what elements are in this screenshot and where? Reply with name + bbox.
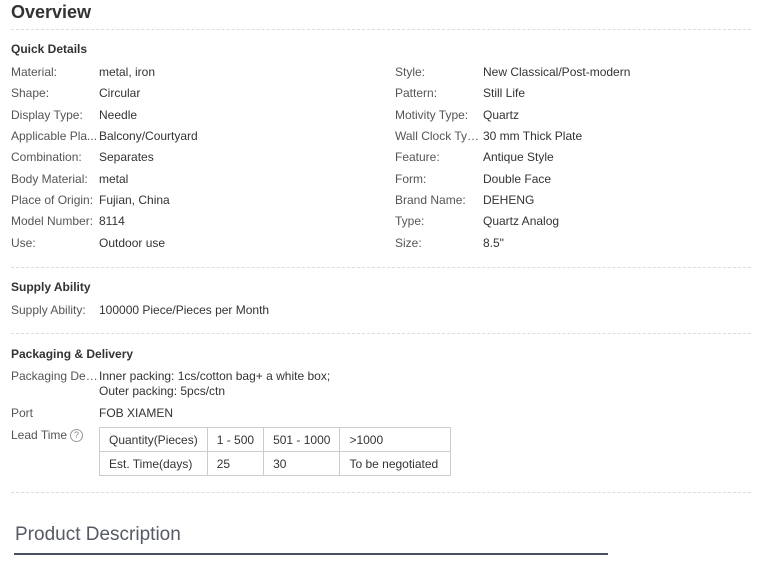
detail-value: metal, iron xyxy=(99,65,156,79)
lead-time-label: Lead Time xyxy=(11,428,68,442)
table-row: Est. Time(days) 25 30 To be negotiated xyxy=(99,451,452,476)
detail-value: Balcony/Courtyard xyxy=(99,129,198,143)
detail-value: DEHENG xyxy=(483,193,535,207)
divider xyxy=(11,492,751,493)
table-cell: 25 xyxy=(206,451,265,476)
table-cell: To be negotiated xyxy=(339,451,452,476)
detail-value: Needle xyxy=(99,108,138,122)
detail-value: 8114 xyxy=(99,214,125,228)
detail-label: Style: xyxy=(395,65,426,79)
detail-label: Use: xyxy=(11,236,36,250)
detail-value: Circular xyxy=(99,86,141,100)
detail-value: 30 mm Thick Plate xyxy=(483,129,583,143)
packaging-details-line1: Inner packing: 1cs/cotton bag+ a white b… xyxy=(99,369,331,383)
detail-value: Still Life xyxy=(483,86,526,100)
detail-value: metal xyxy=(99,172,129,186)
detail-value: Outdoor use xyxy=(99,236,166,250)
detail-value: Double Face xyxy=(483,172,552,186)
detail-value: Separates xyxy=(99,150,154,164)
detail-value: Antique Style xyxy=(483,150,554,164)
table-cell: Quantity(Pieces) xyxy=(99,427,208,452)
supply-ability-value: 100000 Piece/Pieces per Month xyxy=(99,303,270,317)
product-description-underline xyxy=(14,553,608,555)
detail-label: Pattern: xyxy=(395,86,438,100)
detail-label: Wall Clock Type: xyxy=(395,129,483,143)
question-help-icon[interactable]: ? xyxy=(70,429,83,442)
detail-value: 8.5" xyxy=(483,236,504,250)
detail-label: Applicable Pla... xyxy=(11,129,98,143)
table-cell: >1000 xyxy=(339,427,452,452)
detail-label: Material: xyxy=(11,65,58,79)
detail-label: Place of Origin: xyxy=(11,193,94,207)
overview-title: Overview xyxy=(11,2,92,22)
quick-details-title: Quick Details xyxy=(11,42,88,56)
detail-label: Form: xyxy=(395,172,427,186)
detail-value: Fujian, China xyxy=(99,193,170,207)
supply-ability-title: Supply Ability xyxy=(11,280,91,294)
detail-label: Combination: xyxy=(11,150,82,164)
detail-label: Model Number: xyxy=(11,214,94,228)
lead-time-table: Quantity(Pieces) 1 - 500 501 - 1000 >100… xyxy=(99,427,452,476)
detail-label: Type: xyxy=(395,214,425,228)
port-value: FOB XIAMEN xyxy=(99,406,174,420)
detail-label: Shape: xyxy=(11,86,50,100)
detail-label: Display Type: xyxy=(11,108,83,122)
supply-ability-label: Supply Ability: xyxy=(11,303,86,317)
table-cell: 30 xyxy=(263,451,341,476)
packaging-details-label: Packaging Det... xyxy=(11,369,99,383)
table-row: Quantity(Pieces) 1 - 500 501 - 1000 >100… xyxy=(99,427,452,452)
detail-value: Quartz Analog xyxy=(483,214,560,228)
detail-label: Brand Name: xyxy=(395,193,466,207)
detail-label: Size: xyxy=(395,236,422,250)
detail-value: Quartz xyxy=(483,108,520,122)
table-cell: 1 - 500 xyxy=(206,427,265,452)
detail-label: Body Material: xyxy=(11,172,88,186)
packaging-details-line2: Outer packing: 5pcs/ctn xyxy=(99,384,226,398)
product-description-title: Product Description xyxy=(15,524,181,545)
divider xyxy=(11,333,751,334)
table-cell: Est. Time(days) xyxy=(99,451,208,476)
detail-label: Motivity Type: xyxy=(395,108,469,122)
detail-value: New Classical/Post-modern xyxy=(483,65,631,79)
divider xyxy=(11,29,751,30)
port-label: Port xyxy=(11,406,34,420)
packaging-delivery-title: Packaging & Delivery xyxy=(11,347,134,361)
divider xyxy=(11,267,751,268)
table-cell: 501 - 1000 xyxy=(263,427,341,452)
detail-label: Feature: xyxy=(395,150,440,164)
